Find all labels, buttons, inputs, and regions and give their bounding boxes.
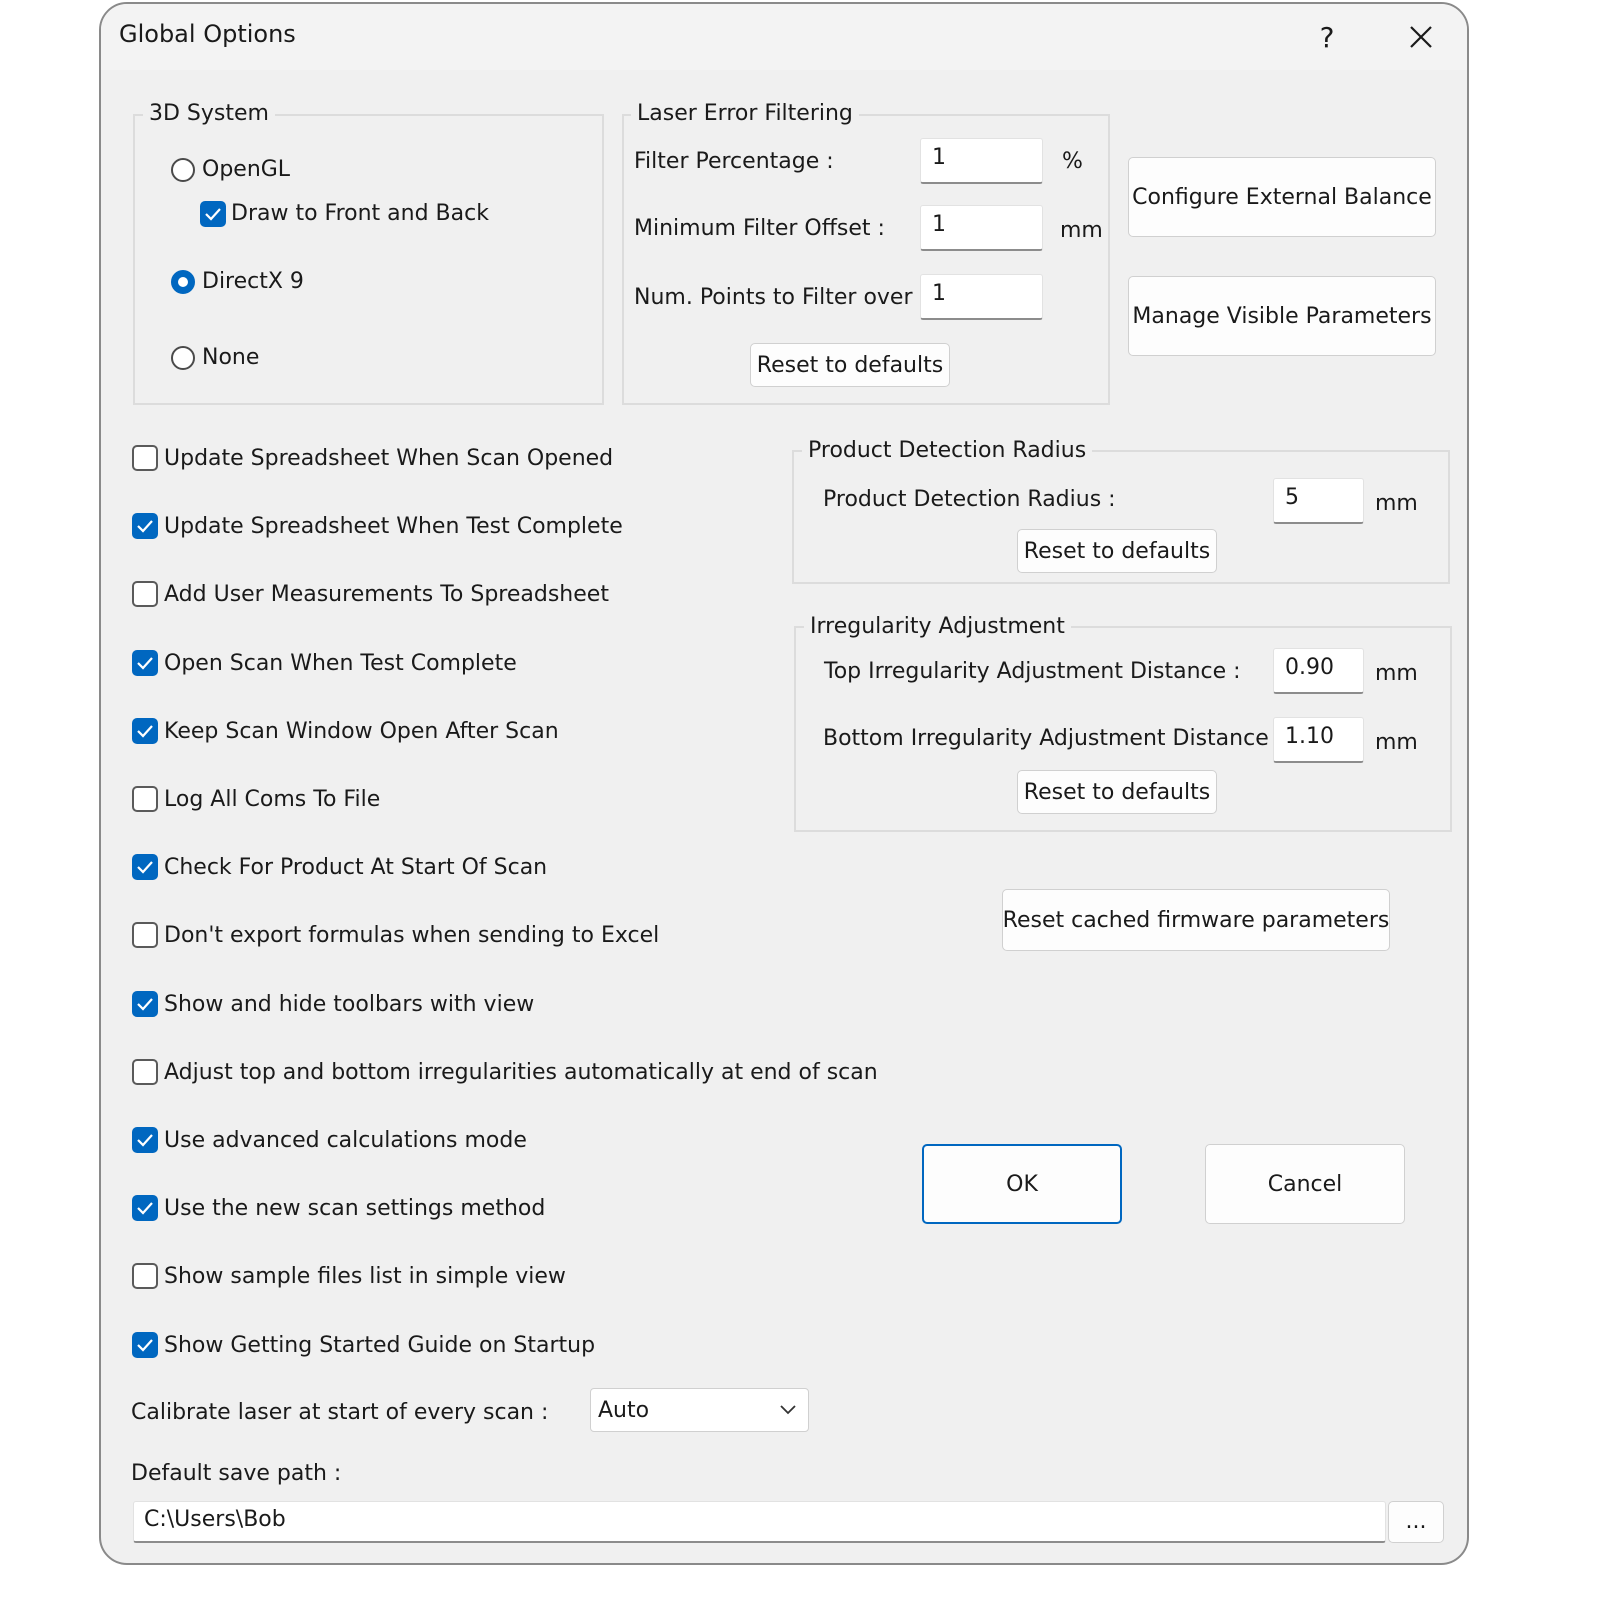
cancel-button[interactable]: Cancel bbox=[1205, 1144, 1405, 1224]
calibrate-label: Calibrate laser at start of every scan : bbox=[131, 1400, 549, 1425]
option-checkbox[interactable] bbox=[132, 1195, 158, 1221]
title-bar[interactable]: Global Options ? bbox=[101, 4, 1467, 70]
window-title: Global Options bbox=[119, 20, 296, 48]
radio-opengl[interactable] bbox=[171, 158, 195, 182]
min-offset-label: Minimum Filter Offset : bbox=[634, 216, 885, 241]
filter-percentage-unit: % bbox=[1062, 149, 1083, 174]
option-label: Adjust top and bottom irregularities aut… bbox=[164, 1060, 878, 1085]
option-checkbox[interactable] bbox=[132, 445, 158, 471]
browse-button[interactable]: ... bbox=[1388, 1501, 1444, 1543]
filter-percentage-input[interactable]: 1 bbox=[920, 138, 1043, 184]
bottom-irregularity-input[interactable]: 1.10 bbox=[1273, 717, 1364, 763]
filter-percentage-label: Filter Percentage : bbox=[634, 149, 834, 174]
num-points-input[interactable]: 1 bbox=[920, 274, 1043, 320]
global-options-dialog: Global Options ? 3D System OpenGL Draw t… bbox=[99, 2, 1469, 1565]
manage-visible-parameters-button[interactable]: Manage Visible Parameters bbox=[1128, 276, 1436, 356]
checkmark-icon bbox=[137, 1202, 153, 1215]
checkmark-icon bbox=[137, 861, 153, 874]
option-label: Update Spreadsheet When Scan Opened bbox=[164, 446, 614, 471]
help-icon[interactable]: ? bbox=[1297, 12, 1357, 62]
option-label: Open Scan When Test Complete bbox=[164, 651, 517, 676]
option-checkbox[interactable] bbox=[132, 922, 158, 948]
option-label: Use advanced calculations mode bbox=[164, 1128, 527, 1153]
checkmark-icon bbox=[137, 998, 153, 1011]
option-checkbox[interactable] bbox=[132, 513, 158, 539]
top-irregularity-input[interactable]: 0.90 bbox=[1273, 648, 1364, 694]
checkmark-icon bbox=[205, 208, 221, 221]
save-path-label: Default save path : bbox=[131, 1461, 342, 1486]
option-checkbox[interactable] bbox=[132, 786, 158, 812]
top-irregularity-label: Top Irregularity Adjustment Distance : bbox=[824, 659, 1241, 684]
product-detection-reset-button[interactable]: Reset to defaults bbox=[1017, 529, 1217, 573]
min-offset-input[interactable]: 1 bbox=[920, 205, 1043, 251]
laser-reset-button[interactable]: Reset to defaults bbox=[750, 343, 950, 387]
option-checkbox[interactable] bbox=[132, 1059, 158, 1085]
irregularity-reset-button[interactable]: Reset to defaults bbox=[1017, 770, 1217, 814]
option-checkbox[interactable] bbox=[132, 718, 158, 744]
option-label: Use the new scan settings method bbox=[164, 1196, 546, 1221]
min-offset-unit: mm bbox=[1060, 218, 1103, 243]
group-product-detection-title: Product Detection Radius bbox=[802, 438, 1093, 463]
option-label: Check For Product At Start Of Scan bbox=[164, 855, 548, 880]
radio-directx[interactable] bbox=[171, 270, 195, 294]
group-laser-filtering-title: Laser Error Filtering bbox=[631, 101, 859, 126]
close-icon[interactable] bbox=[1391, 12, 1451, 62]
calibrate-select-value: Auto bbox=[598, 1398, 650, 1423]
radio-none[interactable] bbox=[171, 346, 195, 370]
option-label: Add User Measurements To Spreadsheet bbox=[164, 582, 609, 607]
reset-cached-firmware-button[interactable]: Reset cached firmware parameters bbox=[1002, 889, 1390, 951]
checkmark-icon bbox=[137, 657, 153, 670]
chevron-down-icon bbox=[780, 1405, 796, 1415]
bottom-irregularity-label: Bottom Irregularity Adjustment Distance … bbox=[823, 726, 1284, 751]
checkmark-icon bbox=[137, 1339, 153, 1352]
group-irregularity-title: Irregularity Adjustment bbox=[804, 614, 1071, 639]
radio-none-label: None bbox=[202, 345, 260, 370]
option-label: Show Getting Started Guide on Startup bbox=[164, 1333, 596, 1358]
option-label: Keep Scan Window Open After Scan bbox=[164, 719, 559, 744]
num-points-label: Num. Points to Filter over : bbox=[634, 285, 927, 310]
product-detection-radius-unit: mm bbox=[1375, 491, 1418, 516]
option-label: Show and hide toolbars with view bbox=[164, 992, 535, 1017]
option-checkbox[interactable] bbox=[132, 581, 158, 607]
checkmark-icon bbox=[137, 725, 153, 738]
product-detection-radius-label: Product Detection Radius : bbox=[823, 487, 1116, 512]
checkbox-draw-front-back-label: Draw to Front and Back bbox=[231, 201, 489, 226]
product-detection-radius-input[interactable]: 5 bbox=[1273, 478, 1364, 524]
close-icon-glyph bbox=[1410, 26, 1432, 48]
option-checkbox[interactable] bbox=[132, 1332, 158, 1358]
radio-directx-label: DirectX 9 bbox=[202, 269, 304, 294]
option-checkbox[interactable] bbox=[132, 854, 158, 880]
option-label: Show sample files list in simple view bbox=[164, 1264, 566, 1289]
group-3d-system-title: 3D System bbox=[143, 101, 275, 126]
option-label: Don't export formulas when sending to Ex… bbox=[164, 923, 660, 948]
configure-external-balance-button[interactable]: Configure External Balance bbox=[1128, 157, 1436, 237]
checkmark-icon bbox=[137, 1134, 153, 1147]
option-checkbox[interactable] bbox=[132, 991, 158, 1017]
save-path-input[interactable]: C:\Users\Bob bbox=[133, 1501, 1386, 1543]
calibrate-select[interactable]: Auto bbox=[590, 1388, 809, 1432]
checkbox-draw-front-back[interactable] bbox=[200, 201, 226, 227]
bottom-irregularity-unit: mm bbox=[1375, 730, 1418, 755]
top-irregularity-unit: mm bbox=[1375, 661, 1418, 686]
radio-opengl-label: OpenGL bbox=[202, 157, 291, 182]
checkmark-icon bbox=[137, 520, 153, 533]
option-checkbox[interactable] bbox=[132, 1263, 158, 1289]
option-checkbox[interactable] bbox=[132, 650, 158, 676]
option-checkbox[interactable] bbox=[132, 1127, 158, 1153]
option-label: Update Spreadsheet When Test Complete bbox=[164, 514, 623, 539]
ok-button[interactable]: OK bbox=[922, 1144, 1122, 1224]
option-label: Log All Coms To File bbox=[164, 787, 381, 812]
